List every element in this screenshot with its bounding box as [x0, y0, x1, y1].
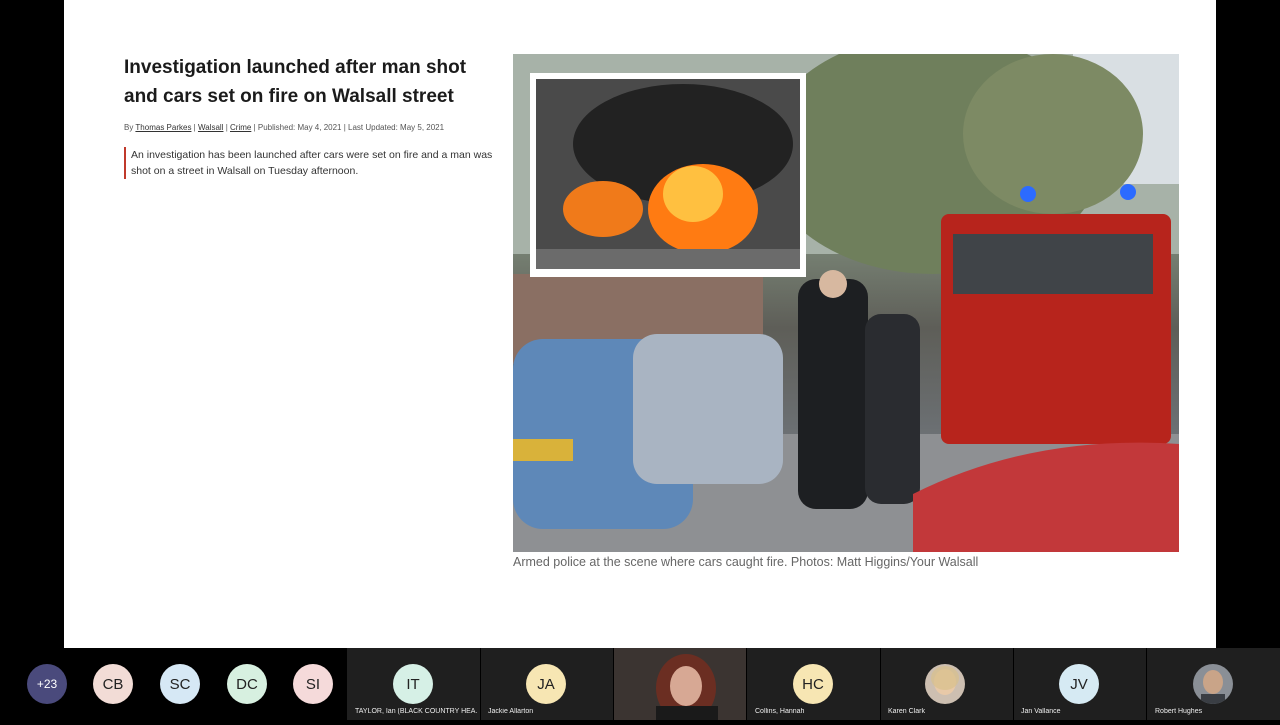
- avatar-initials: JA: [537, 675, 555, 693]
- shared-screen-slide: Investigation launched after man shot an…: [64, 0, 1216, 648]
- avatar-sc[interactable]: SC: [160, 664, 200, 704]
- category-link[interactable]: Crime: [230, 123, 251, 132]
- blue-light-right: [1120, 184, 1136, 200]
- more-participants-button[interactable]: +23: [27, 664, 67, 704]
- article-headline: Investigation launched after man shot an…: [124, 57, 467, 107]
- avatar-initials: DC: [236, 675, 258, 693]
- participant-name-it: TAYLOR, Ian (BLACK COUNTRY HEA...: [355, 708, 477, 715]
- updated-date: Last Updated: May 5, 2021: [348, 123, 445, 132]
- participant-tile-video[interactable]: [614, 648, 746, 722]
- avatar-initials: JV: [1070, 675, 1088, 693]
- avatar-si[interactable]: SI: [293, 664, 333, 704]
- webcam-person: [614, 648, 746, 722]
- inset-road: [536, 249, 800, 269]
- avatar-dc[interactable]: DC: [227, 664, 267, 704]
- avatar-karen-clark-photo[interactable]: [925, 664, 965, 704]
- avatar-initials: SI: [305, 675, 321, 693]
- avatar-ja[interactable]: JA: [526, 664, 566, 704]
- flames-left: [563, 181, 643, 237]
- section-link[interactable]: Walsall: [198, 123, 223, 132]
- profile-photo-icon: [925, 664, 965, 704]
- blue-light-left: [1020, 186, 1036, 202]
- avatar-initials: CB: [102, 675, 124, 693]
- participant-name-ja: Jackie Allarton: [488, 708, 534, 715]
- avatar-robert-hughes-photo[interactable]: [1193, 664, 1233, 704]
- silver-car: [633, 334, 783, 484]
- participant-name-hc: Collins, Hannah: [755, 708, 805, 715]
- flames-core: [663, 166, 723, 222]
- avatar-hc[interactable]: HC: [793, 664, 833, 704]
- avatar-it[interactable]: IT: [393, 664, 433, 704]
- byline-prefix: By: [124, 123, 134, 132]
- article-standfirst: An investigation has been launched after…: [124, 147, 509, 179]
- armed-officer-2: [865, 314, 920, 504]
- article-photo: [513, 54, 1179, 552]
- avatar-initials: SC: [169, 675, 191, 693]
- published-date: Published: May 4, 2021: [257, 123, 342, 132]
- author-link[interactable]: Thomas Parkes: [135, 123, 191, 132]
- photo-caption: Armed police at the scene where cars cau…: [513, 555, 979, 569]
- article-byline: By Thomas Parkes | Walsall | Crime | Pub…: [124, 123, 445, 132]
- avatar-cb[interactable]: CB: [93, 664, 133, 704]
- fire-engine-windscreen: [953, 234, 1153, 294]
- profile-photo-icon: [1193, 664, 1233, 704]
- participant-name-jv: Jan Vallance: [1021, 708, 1061, 715]
- avatar-initials: IT: [406, 675, 420, 693]
- tree-right: [963, 54, 1143, 214]
- number-plate: [513, 439, 573, 461]
- participant-name-kc: Karen Clark: [888, 708, 925, 715]
- avatar-initials: HC: [802, 675, 824, 693]
- scene-illustration: [513, 54, 1179, 552]
- overflow-count: +23: [36, 677, 58, 691]
- avatar-jv[interactable]: JV: [1059, 664, 1099, 704]
- officer-head: [819, 270, 847, 298]
- participant-name-rh: Robert Hughes: [1155, 708, 1203, 715]
- armed-officer: [798, 279, 868, 509]
